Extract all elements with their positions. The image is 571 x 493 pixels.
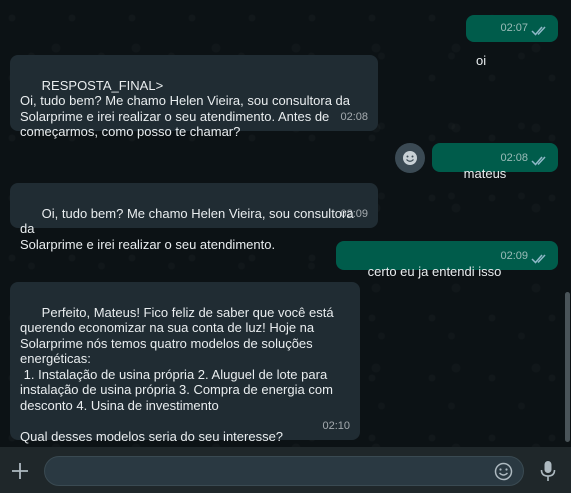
message-input[interactable] — [44, 456, 524, 486]
message-composer — [0, 447, 571, 493]
message-text: Perfeito, Mateus! Fico feliz de saber qu… — [20, 304, 334, 444]
message-text: oi — [476, 53, 487, 68]
double-check-icon — [531, 156, 546, 166]
mic-icon[interactable] — [540, 460, 556, 482]
avatar-emoji-icon — [403, 151, 417, 165]
double-check-icon — [531, 254, 546, 264]
message-text: Oi, tudo bem? Me chamo Helen Vieira, sou… — [20, 205, 354, 252]
outgoing-message[interactable]: oi 02:07 — [466, 15, 558, 68]
outgoing-message[interactable]: certo eu ja entendi isso 02:09 — [336, 241, 558, 279]
message-time: 02:10 — [322, 419, 350, 432]
emoji-icon[interactable] — [494, 462, 513, 481]
message-list[interactable]: oi 02:07 RESPOSTA_FINAL> Oi, tudo bem? M… — [0, 0, 565, 447]
double-check-icon — [531, 26, 546, 36]
message-time: 02:09 — [340, 207, 368, 220]
message-time: 02:08 — [340, 110, 368, 123]
outgoing-message[interactable]: mateus 02:08 — [432, 143, 558, 181]
scrollbar[interactable] — [565, 292, 570, 442]
message-text: certo eu ja entendi isso — [367, 263, 502, 279]
message-text: RESPOSTA_FINAL> Oi, tudo bem? Me chamo H… — [20, 77, 350, 140]
message-time: 02:09 — [500, 249, 528, 262]
message-time: 02:08 — [500, 151, 528, 164]
plus-icon[interactable] — [10, 461, 30, 481]
whatsapp-chat-window: oi 02:07 RESPOSTA_FINAL> Oi, tudo bem? M… — [0, 0, 571, 493]
message-text: mateus — [463, 165, 507, 181]
avatar[interactable] — [395, 143, 425, 173]
incoming-message[interactable]: RESPOSTA_FINAL> Oi, tudo bem? Me chamo H… — [10, 55, 378, 139]
message-time: 02:07 — [500, 21, 528, 34]
incoming-message[interactable]: Oi, tudo bem? Me chamo Helen Vieira, sou… — [10, 183, 378, 252]
incoming-message[interactable]: Perfeito, Mateus! Fico feliz de saber qu… — [10, 282, 360, 444]
